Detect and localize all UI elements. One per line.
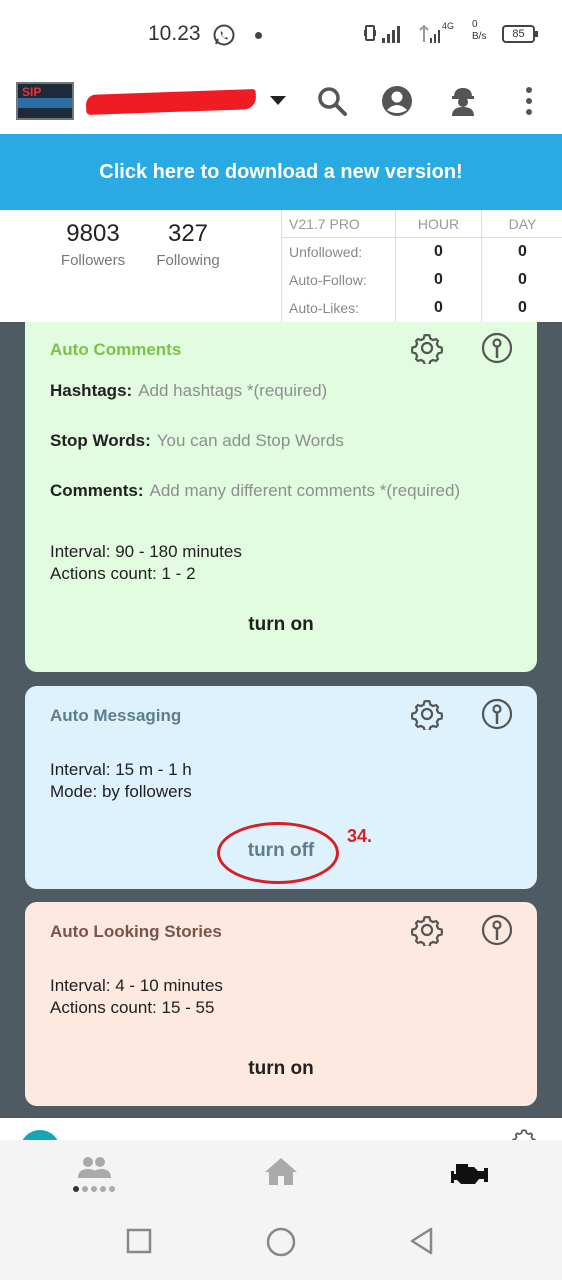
system-navigation xyxy=(0,1206,562,1280)
card-meta: Interval: 15 m - 1 h Mode: by followers xyxy=(50,760,192,801)
activity-table: V21.7 PRO HOUR DAY Unfollowed: 0 0 Auto-… xyxy=(281,210,562,322)
next-card-peek xyxy=(0,1118,562,1140)
bottom-navigation xyxy=(0,1140,562,1206)
table-row: Auto-Likes: 0 0 xyxy=(282,294,562,322)
whatsapp-icon xyxy=(213,24,235,46)
stop-words-field[interactable]: Stop Words: You can add Stop Words xyxy=(50,431,344,451)
day-header: DAY xyxy=(481,210,562,238)
table-row: Unfollowed: 0 0 xyxy=(282,238,562,266)
settings-gear-icon[interactable] xyxy=(512,1128,536,1140)
notification-dot-icon xyxy=(255,32,262,39)
card-title: Auto Looking Stories xyxy=(50,922,222,941)
followers-stat[interactable]: 9803 Followers xyxy=(55,220,131,269)
table-header: V21.7 PRO HOUR DAY xyxy=(282,210,562,238)
engine-icon[interactable] xyxy=(446,1154,490,1194)
auto-comments-card: Auto Comments Hashtags: Add hashtags *(re… xyxy=(25,322,537,672)
dropdown-arrow-icon[interactable] xyxy=(270,96,286,105)
annotation-circle xyxy=(217,822,339,884)
status-time: 10.23 xyxy=(148,22,201,45)
turn-on-button[interactable]: turn on xyxy=(25,1058,537,1080)
card-title: Auto Messaging xyxy=(50,706,182,725)
network-speed: 0 B/s xyxy=(472,19,487,42)
auto-stories-card: Auto Looking Stories Interval: 4 - 10 mi… xyxy=(25,902,537,1106)
card-title: Auto Comments xyxy=(50,340,182,359)
table-row: Auto-Follow: 0 0 xyxy=(282,266,562,294)
network-type: 4G xyxy=(442,21,455,31)
info-icon[interactable] xyxy=(481,914,513,946)
more-vertical-icon[interactable] xyxy=(512,84,546,118)
hashtags-field[interactable]: Hashtags: Add hashtags *(required) xyxy=(50,381,327,401)
home-icon[interactable] xyxy=(259,1154,303,1194)
back-icon[interactable] xyxy=(407,1226,437,1256)
account-avatar[interactable]: SIP xyxy=(16,82,74,120)
hour-header: HOUR xyxy=(395,210,481,238)
account-username-redacted[interactable] xyxy=(85,89,257,115)
info-icon[interactable] xyxy=(481,698,513,730)
app-toolbar: SIP xyxy=(0,70,562,134)
card-meta: Interval: 4 - 10 minutes Actions count: … xyxy=(50,976,223,1017)
update-banner[interactable]: Click here to download a new version! xyxy=(0,134,562,210)
recent-apps-icon[interactable] xyxy=(126,1228,154,1256)
status-bar: 10.23 4G 0 B/s 85 xyxy=(0,0,562,70)
module-list[interactable]: Auto Comments Hashtags: Add hashtags *(re… xyxy=(0,322,562,1118)
card-meta: Interval: 90 - 180 minutes Actions count… xyxy=(50,542,242,583)
comments-field[interactable]: Comments: Add many different comments *(r… xyxy=(50,481,460,501)
account-circle-icon[interactable] xyxy=(380,84,414,118)
annotation-label: 34. xyxy=(347,826,373,846)
battery-icon: 85 xyxy=(502,25,538,43)
people-icon[interactable] xyxy=(72,1154,116,1194)
following-stat[interactable]: 327 Following xyxy=(150,220,226,269)
info-icon[interactable] xyxy=(481,332,513,364)
home-circle-icon[interactable] xyxy=(265,1226,297,1258)
worker-icon[interactable] xyxy=(446,84,480,118)
search-icon[interactable] xyxy=(315,84,349,118)
settings-gear-icon[interactable] xyxy=(411,698,443,730)
stats-panel: 9803 Followers 327 Following V21.7 PRO H… xyxy=(0,210,562,322)
avatar xyxy=(20,1130,60,1140)
turn-on-button[interactable]: turn on xyxy=(25,614,537,636)
settings-gear-icon[interactable] xyxy=(411,332,443,364)
signal-icons xyxy=(364,24,440,43)
auto-messaging-card: Auto Messaging Interval: 15 m - 1 h Mode… xyxy=(25,686,537,889)
version-label: V21.7 PRO xyxy=(289,216,360,232)
settings-gear-icon[interactable] xyxy=(411,914,443,946)
